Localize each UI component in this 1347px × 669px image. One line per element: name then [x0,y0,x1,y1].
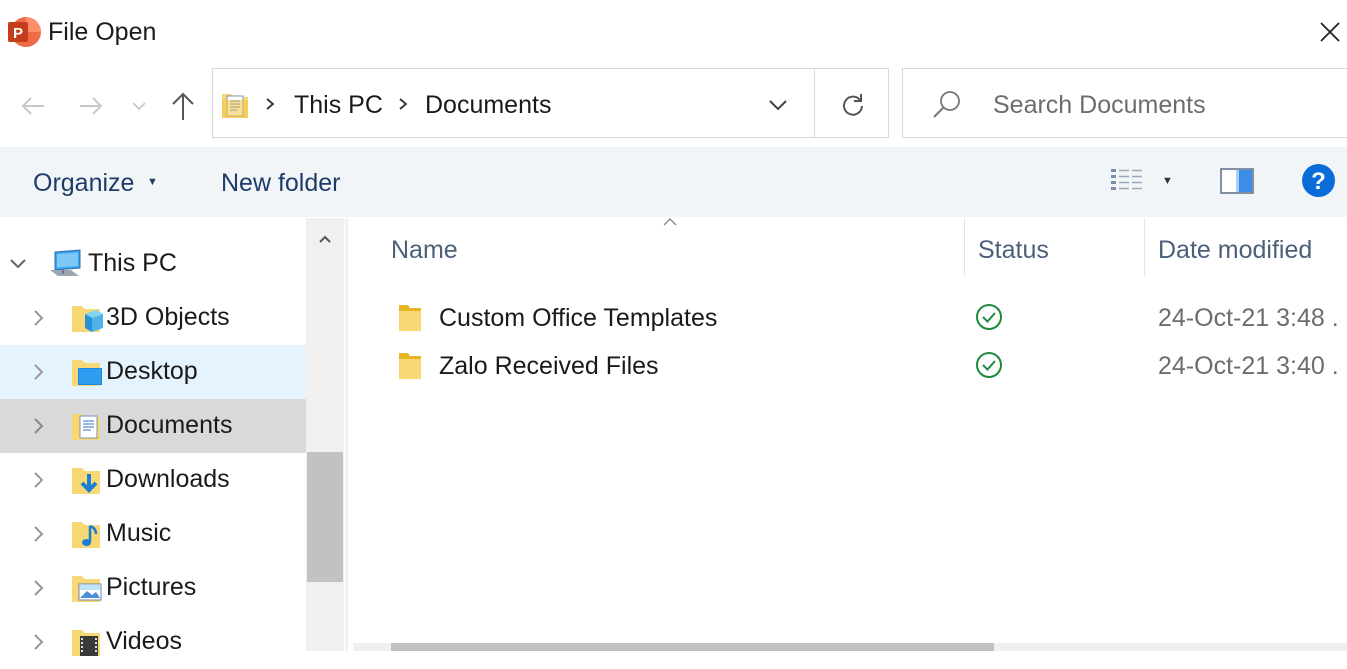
file-name: Custom Office Templates [439,304,718,332]
file-row[interactable]: Custom Office Templates 24-Oct-21 3:48 . [380,295,1347,341]
view-options-dropdown[interactable]: ▼ [1162,175,1173,187]
help-icon: ? [1302,164,1335,197]
up-arrow-icon [172,92,194,120]
change-view-button[interactable] [1109,166,1145,196]
file-name: Zalo Received Files [439,352,659,380]
refresh-button[interactable] [836,88,870,122]
folder-icon [398,303,422,333]
videos-folder-icon [70,626,104,658]
nav-item-downloads[interactable]: Downloads [0,453,306,507]
nav-item-label: Downloads [106,465,230,493]
nav-item-label: Music [106,519,172,547]
file-date-modified: 24-Oct-21 3:48 . [1158,304,1339,332]
back-arrow-icon [21,97,44,115]
breadcrumb-separator-icon[interactable] [396,92,410,116]
chevron-right-icon[interactable] [28,362,48,382]
nav-item-label: Videos [106,627,182,655]
nav-item-label: This PC [88,249,177,277]
help-button[interactable]: ? [1301,163,1336,198]
3d-objects-folder-icon [70,302,104,334]
nav-item-pictures[interactable]: Pictures [0,561,306,615]
nav-item-music[interactable]: Music [0,507,306,561]
documents-folder-icon [221,88,249,120]
chevron-down-icon [132,102,146,111]
nav-item-videos[interactable]: Videos [0,615,306,669]
chevron-right-icon[interactable] [28,524,48,544]
column-header-status[interactable]: Status [978,233,1049,267]
folder-icon [398,351,422,381]
scrollbar-thumb[interactable] [307,452,343,582]
recent-locations-button[interactable] [124,88,154,124]
preview-pane-icon [1220,168,1254,194]
nav-item-label: Documents [106,411,233,439]
back-button[interactable] [16,88,50,124]
chevron-right-icon[interactable] [28,470,48,490]
close-icon [1320,22,1340,42]
column-header-date-modified[interactable]: Date modified [1158,233,1312,267]
nav-item-label: 3D Objects [106,303,230,331]
svg-text:?: ? [1311,168,1326,195]
details-view-icon [1111,169,1142,190]
pictures-folder-icon [70,572,104,604]
downloads-folder-icon [70,464,104,496]
breadcrumb-this-pc[interactable]: This PC [294,88,383,122]
search-input[interactable]: Search Documents [993,88,1206,122]
chevron-down-icon [769,100,787,111]
file-row[interactable]: Zalo Received Files 24-Oct-21 3:40 . [380,343,1347,389]
desktop-folder-icon [70,356,104,388]
search-icon [930,88,964,122]
nav-item-3d-objects[interactable]: 3D Objects [0,291,306,345]
nav-item-documents[interactable]: Documents [0,399,306,453]
column-divider[interactable] [964,218,965,276]
nav-item-label: Pictures [106,573,197,601]
pane-splitter[interactable] [345,218,348,651]
breadcrumb-separator-icon[interactable] [263,92,277,116]
navigation-scrollbar[interactable] [306,218,344,651]
new-folder-button[interactable]: New folder [221,166,341,200]
computer-icon [49,248,83,280]
chevron-up-icon [319,235,331,243]
navigation-pane: This PC 3D Objects Desktop Documents Dow… [0,218,344,656]
powerpoint-app-icon: P [6,14,42,50]
file-date-modified: 24-Oct-21 3:40 . [1158,352,1339,380]
refresh-icon [843,94,863,116]
chevron-right-icon[interactable] [28,578,48,598]
preview-pane-button[interactable] [1219,167,1255,195]
chevron-down-icon[interactable] [8,254,28,274]
music-folder-icon [70,518,104,550]
scroll-up-button[interactable] [312,226,338,252]
column-header-name[interactable]: Name [391,233,458,267]
scrollbar-thumb[interactable] [391,643,994,651]
nav-item-desktop[interactable]: Desktop [0,345,306,399]
sync-status-ok-icon [974,350,1004,380]
nav-item-this-pc[interactable]: This PC [0,237,306,291]
organize-button[interactable]: Organize [33,166,134,200]
sort-ascending-icon [661,215,679,227]
forward-button[interactable] [74,88,108,124]
chevron-right-icon[interactable] [28,416,48,436]
column-divider[interactable] [1144,218,1145,276]
caret-down-icon: ▼ [147,176,158,188]
window-title: File Open [48,18,157,46]
chevron-right-icon[interactable] [28,308,48,328]
address-history-button[interactable] [765,90,791,120]
forward-arrow-icon [80,97,103,115]
breadcrumb-documents[interactable]: Documents [425,88,551,122]
documents-folder-icon [70,410,104,442]
address-divider [814,69,815,137]
up-button[interactable] [166,88,200,124]
sync-status-ok-icon [974,302,1004,332]
close-button[interactable] [1312,14,1347,50]
chevron-right-icon[interactable] [28,632,48,652]
nav-item-label: Desktop [106,357,198,385]
svg-text:P: P [13,25,23,42]
